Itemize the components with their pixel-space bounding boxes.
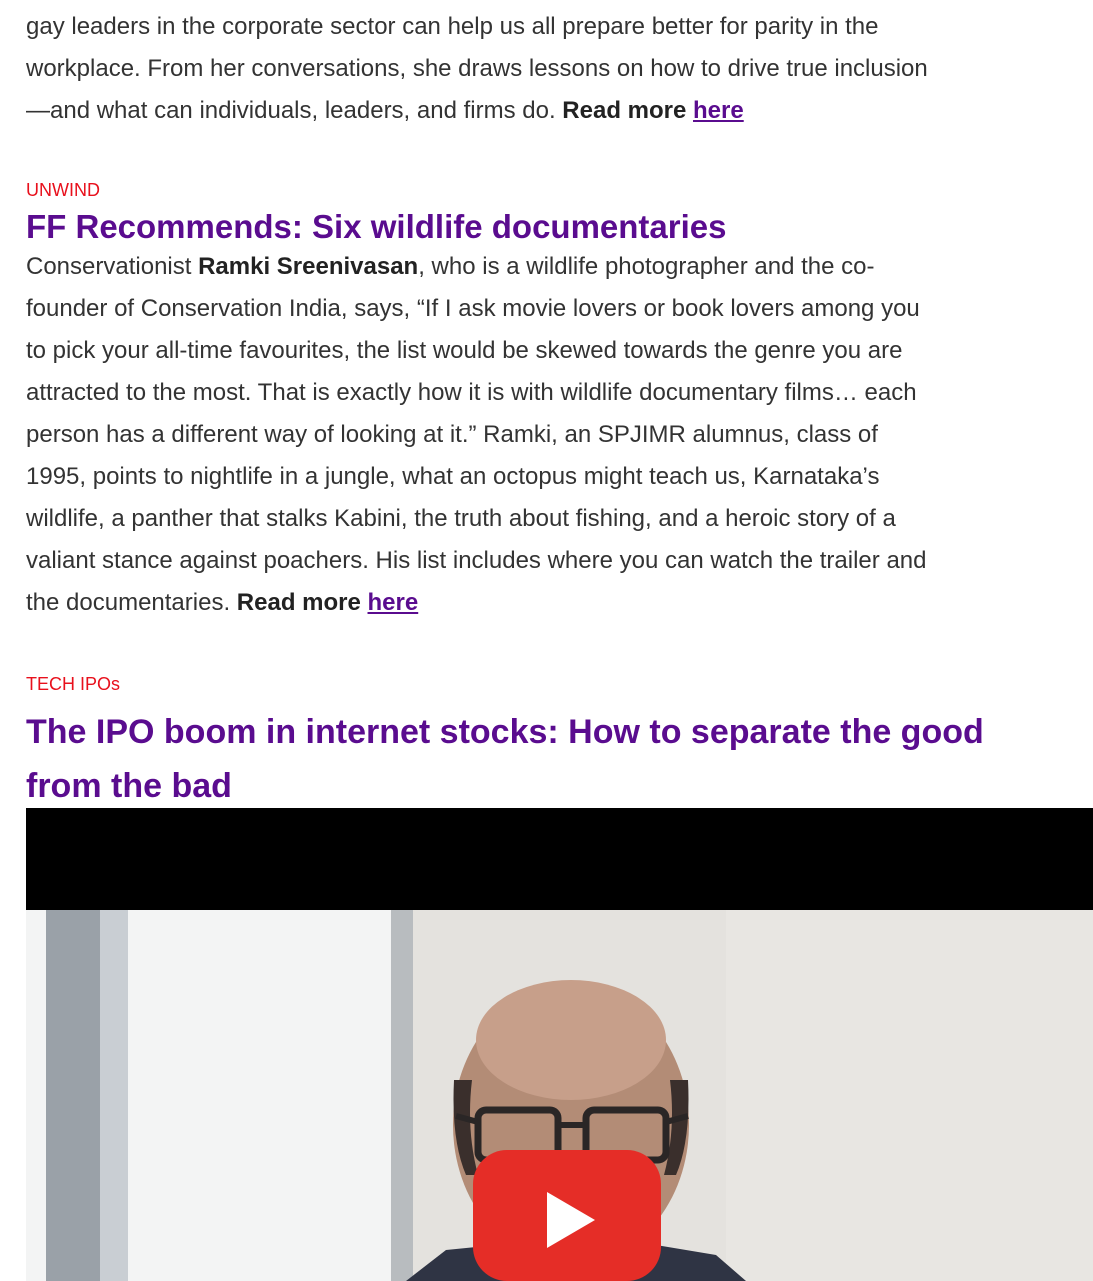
summary-line: valiant stance against poachers. His lis…: [26, 547, 927, 574]
play-icon: [547, 1192, 595, 1248]
read-more-link[interactable]: here: [368, 589, 419, 616]
summary-line: wildlife, a panther that stalks Kabini, …: [26, 505, 896, 532]
read-more-label: Read more: [236, 589, 361, 616]
article-title[interactable]: The IPO boom in internet stocks: How to …: [26, 705, 984, 813]
video-player[interactable]: [26, 808, 1093, 1281]
section-tag-tech: TECH IPOs: [26, 674, 121, 694]
title-line: The IPO boom in internet stocks: How to …: [26, 713, 984, 751]
intro-line: gay leaders in the corporate sector can …: [26, 13, 879, 40]
summary-line: attracted to the most. That is exactly h…: [26, 379, 917, 406]
intro-line: —and what can individuals, leaders, and …: [26, 97, 563, 124]
summary-line: to pick your all-time favourites, the li…: [26, 337, 903, 364]
play-button[interactable]: [473, 1150, 661, 1281]
summary-line: founder of Conservation India, says, “If…: [26, 295, 920, 322]
section-tag-unwind: UNWIND: [26, 180, 100, 200]
summary-line: 1995, points to nightlife in a jungle, w…: [26, 463, 880, 490]
read-more-link[interactable]: here: [693, 97, 744, 124]
article-title[interactable]: FF Recommends: Six wildlife documentarie…: [26, 207, 727, 247]
read-more-label: Read more: [562, 97, 687, 124]
title-line: from the bad: [26, 767, 232, 805]
intro-paragraph: gay leaders in the corporate sector can …: [26, 6, 928, 132]
summary-line: person has a different way of looking at…: [26, 421, 878, 448]
article-summary: Conservationist Ramki Sreenivasan, who i…: [26, 253, 927, 616]
person-name: Ramki Sreenivasan: [198, 253, 419, 280]
intro-line: workplace. From her conversations, she d…: [26, 55, 928, 82]
